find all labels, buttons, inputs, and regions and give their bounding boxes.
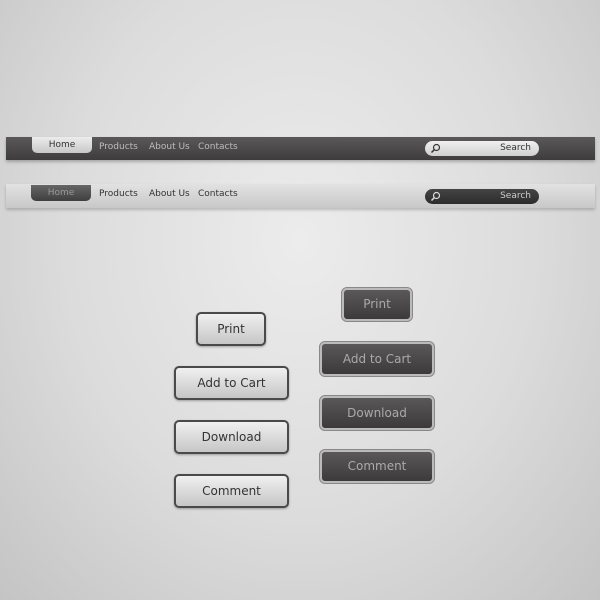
- search-input[interactable]: Search: [425, 141, 539, 156]
- nav-item-products[interactable]: Products: [99, 141, 138, 153]
- search-label: Search: [500, 191, 531, 201]
- add-to-cart-button-dark[interactable]: Add to Cart: [319, 341, 435, 377]
- print-button-dark[interactable]: Print: [341, 287, 413, 322]
- nav-bar-light: Home Products About Us Contacts Search: [6, 184, 595, 208]
- nav-item-products[interactable]: Products: [99, 188, 138, 200]
- comment-button-dark[interactable]: Comment: [319, 449, 435, 484]
- search-input[interactable]: Search: [425, 189, 539, 204]
- nav-item-about-us[interactable]: About Us: [149, 141, 190, 153]
- nav-item-home[interactable]: Home: [31, 185, 91, 201]
- nav-item-contacts[interactable]: Contacts: [198, 188, 238, 200]
- search-label: Search: [500, 143, 531, 153]
- download-button-dark[interactable]: Download: [319, 395, 435, 431]
- print-button[interactable]: Print: [196, 312, 266, 346]
- nav-bar-dark: Home Products About Us Contacts Search: [6, 137, 595, 160]
- nav-item-about-us[interactable]: About Us: [149, 188, 190, 200]
- search-icon: [430, 191, 441, 202]
- add-to-cart-button[interactable]: Add to Cart: [174, 366, 289, 400]
- nav-item-home[interactable]: Home: [32, 137, 92, 153]
- download-button[interactable]: Download: [174, 420, 289, 454]
- search-icon: [430, 143, 441, 154]
- comment-button[interactable]: Comment: [174, 474, 289, 508]
- nav-item-contacts[interactable]: Contacts: [198, 141, 238, 153]
